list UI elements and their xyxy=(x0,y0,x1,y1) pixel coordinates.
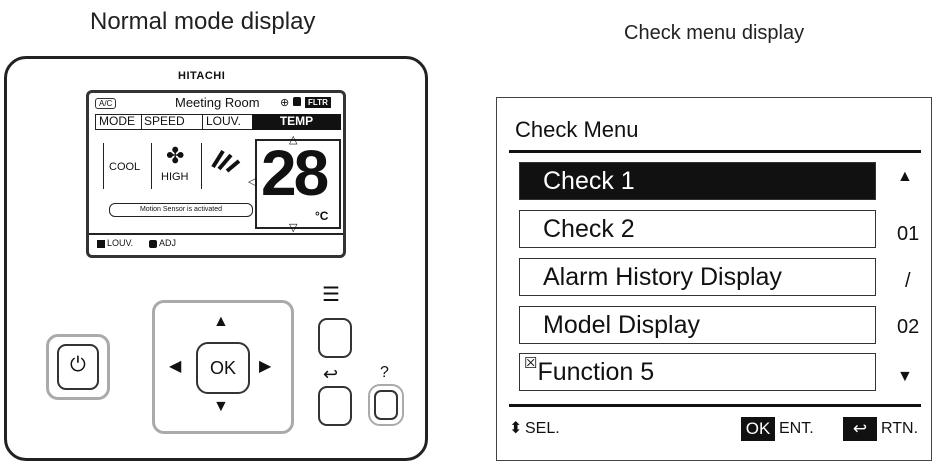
page-separator: / xyxy=(905,270,911,292)
lcd-footer-line xyxy=(89,233,343,235)
divider xyxy=(151,143,152,189)
menu-title: Check Menu xyxy=(515,117,639,142)
louver-key-icon xyxy=(97,240,105,248)
ok-button[interactable]: OK xyxy=(196,342,250,394)
scroll-up-icon[interactable]: ▲ xyxy=(897,168,913,186)
footer-ent: ENT. xyxy=(779,420,814,437)
ac-badge: A/C xyxy=(95,98,117,109)
footer-adjust: ADJ xyxy=(159,238,177,248)
normal-mode-title: Normal mode display xyxy=(90,8,316,35)
temp-left-arrow: ◁ xyxy=(248,176,257,188)
ok-key-icon: OK xyxy=(741,417,775,441)
menu-item-alarm-history[interactable]: Alarm History Display xyxy=(519,258,876,296)
tab-mode: MODE xyxy=(99,114,135,128)
menu-item-check-1[interactable]: Check 1 xyxy=(519,162,876,200)
divider xyxy=(103,143,104,189)
menu-item-model-display[interactable]: Model Display xyxy=(519,306,876,344)
fan-icon: ✤ xyxy=(166,143,185,168)
tab-speed: SPEED xyxy=(144,114,185,128)
lcd-screen: A/C Meeting Room ⊕ FLTR MODE SPEED LOUV.… xyxy=(86,90,346,258)
right-arrow-button[interactable]: ▶ xyxy=(259,356,271,376)
return-button[interactable] xyxy=(318,386,352,426)
footer-sel: SEL. xyxy=(525,420,560,437)
page-current: 01 xyxy=(897,223,920,245)
disabled-box-icon: ☒ xyxy=(524,355,538,372)
speed-value: HIGH xyxy=(161,171,189,183)
tab-louver: LOUV. xyxy=(206,114,241,128)
room-name: Meeting Room xyxy=(175,95,260,110)
filter-badge: FLTR xyxy=(305,97,331,108)
scroll-down-icon[interactable]: ▼ xyxy=(897,368,913,386)
timer-icon: ⊕ xyxy=(280,97,290,109)
motion-sensor-label: Motion Sensor is activated xyxy=(109,203,253,217)
check-menu-screen: Check Menu Check 1 Check 2 Alarm History… xyxy=(496,97,932,461)
menu-list-icon: ☰ xyxy=(322,284,340,306)
return-icon: ↩ xyxy=(323,364,339,384)
lock-icon xyxy=(293,97,301,106)
louver-icon xyxy=(211,149,241,173)
check-menu-display-title: Check menu display xyxy=(624,22,805,44)
select-updown-icon: ⬍ xyxy=(509,420,523,437)
footer-louver: LOUV. xyxy=(107,238,134,248)
down-arrow-button[interactable]: ▼ xyxy=(213,398,229,416)
menu-button[interactable] xyxy=(318,318,352,358)
brand-logo: HITACHI xyxy=(178,70,226,82)
menu-footer-rule xyxy=(509,404,921,407)
power-icon: ⏻ xyxy=(70,354,86,376)
tab-temp: TEMP xyxy=(252,114,341,130)
temperature-unit: °C xyxy=(315,209,329,223)
return-key-icon: ↩ xyxy=(843,417,877,441)
up-arrow-button[interactable]: ▲ xyxy=(213,313,229,331)
help-button[interactable] xyxy=(374,390,398,420)
temperature-value: 28 xyxy=(261,137,329,209)
adjust-key-icon xyxy=(149,240,157,248)
tab-divider xyxy=(202,114,203,130)
divider xyxy=(201,143,202,189)
menu-item-function-5[interactable]: ☒Function 5 xyxy=(519,353,876,391)
tab-divider xyxy=(141,114,142,130)
menu-item-check-2[interactable]: Check 2 xyxy=(519,210,876,248)
left-arrow-button[interactable]: ◀ xyxy=(169,356,181,376)
menu-item-function-5-label: Function 5 xyxy=(537,358,655,386)
footer-rtn: RTN. xyxy=(881,420,919,437)
mode-value: COOL xyxy=(109,161,141,173)
help-label: ? xyxy=(380,364,389,381)
menu-title-rule xyxy=(509,150,921,153)
page-total: 02 xyxy=(897,316,920,338)
